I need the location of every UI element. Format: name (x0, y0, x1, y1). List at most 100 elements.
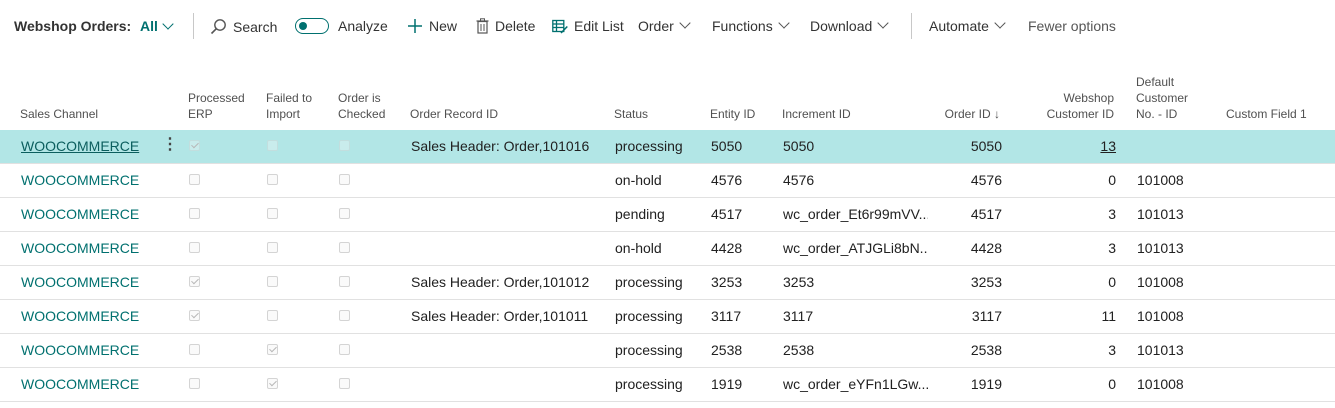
entity-id-cell: 1919 (711, 376, 743, 392)
sales-channel-link[interactable]: WOOCOMMERCE (21, 334, 156, 367)
trash-icon (476, 18, 489, 34)
delete-button[interactable]: Delete (476, 18, 535, 34)
download-menu[interactable]: Download (810, 17, 889, 34)
column-header-entity-id[interactable]: Entity ID (710, 106, 755, 122)
order-is-checked-checkbox (339, 208, 350, 219)
new-label: New (429, 18, 458, 34)
entity-id-cell: 5050 (711, 138, 743, 154)
table-row[interactable]: WOOCOMMERCE Sales Header: Order,101012 pro… (0, 266, 1335, 300)
failed-to-import-checkbox (267, 208, 278, 219)
default-customer-cell: 101013 (1137, 342, 1184, 358)
processed-erp-checkbox (189, 174, 200, 185)
sales-channel-link[interactable]: WOOCOMMERCE (21, 130, 156, 163)
order-id-cell: 5050 (970, 138, 1002, 154)
custom-field-1-cell (1226, 266, 1326, 299)
order-record-id-cell (411, 334, 606, 367)
processed-erp-checkbox (189, 344, 200, 355)
functions-menu[interactable]: Functions (712, 17, 790, 34)
table-row[interactable]: WOOCOMMERCE ⋮ Sales Header: Order,101016 pr… (0, 130, 1335, 164)
order-menu[interactable]: Order (638, 17, 691, 34)
column-header-status[interactable]: Status (614, 106, 648, 122)
column-header-label: Increment ID (782, 107, 851, 121)
status-cell: processing (615, 376, 683, 392)
column-header-webshop-customer-id[interactable]: Webshop Customer ID (1014, 90, 1114, 122)
view-filter-label: All (140, 18, 158, 34)
edit-list-button[interactable]: Edit List (552, 18, 624, 34)
column-header-processed-erp[interactable]: Processed ERP (188, 90, 245, 122)
order-id-cell: 4576 (970, 172, 1002, 188)
download-menu-label: Download (810, 18, 873, 34)
sales-channel-link[interactable]: WOOCOMMERCE (21, 198, 156, 231)
column-header-label: Default (1136, 75, 1175, 89)
new-button[interactable]: New (407, 18, 457, 34)
order-record-id-cell: Sales Header: Order,101016 (411, 138, 590, 154)
status-cell: processing (615, 138, 683, 154)
table-row[interactable]: WOOCOMMERCE on-hold 4576 4576 4576 0 101008 (0, 164, 1335, 198)
column-header-default-customer[interactable]: Default Customer No. - ID (1136, 74, 1188, 122)
sales-channel-link[interactable]: WOOCOMMERCE (21, 266, 156, 299)
webshop-customer-id-cell: 11 (1101, 308, 1116, 324)
sales-channel-link[interactable]: WOOCOMMERCE (21, 300, 156, 333)
search-button[interactable]: Search (210, 18, 277, 35)
webshop-customer-id-cell: 3 (1108, 240, 1116, 256)
order-id-cell: 3117 (971, 308, 1002, 324)
toolbar-divider (193, 13, 194, 39)
column-header-increment-id[interactable]: Increment ID (782, 106, 851, 122)
edit-list-label: Edit List (574, 18, 624, 34)
column-header-label: Entity ID (710, 107, 756, 121)
row-actions-icon[interactable]: ⋮ (162, 130, 178, 163)
automate-menu-label: Automate (929, 18, 989, 34)
order-id-cell: 2538 (970, 342, 1002, 358)
search-label: Search (233, 18, 278, 35)
table-row[interactable]: WOOCOMMERCE processing 1919 wc_order_eYFn1L… (0, 368, 1335, 402)
sales-channel-link[interactable]: WOOCOMMERCE (21, 368, 156, 401)
automate-menu[interactable]: Automate (929, 17, 1006, 34)
plus-icon (408, 19, 422, 33)
sales-channel-link[interactable]: WOOCOMMERCE (21, 232, 156, 265)
grid-header: Sales Channel Processed ERP Failed to Impo… (0, 60, 1335, 128)
webshop-customer-id-cell: 3 (1108, 342, 1116, 358)
order-id-cell: 4428 (970, 240, 1002, 256)
increment-id-cell: wc_order_eYFn1LGw... (783, 376, 928, 392)
column-header-order-record-id[interactable]: Order Record ID (410, 106, 498, 122)
default-customer-cell: 101008 (1137, 172, 1184, 188)
table-row[interactable]: WOOCOMMERCE processing 2538 2538 2538 3 101013 (0, 334, 1335, 368)
chevron-down-icon (162, 18, 174, 30)
fewer-options-label: Fewer options (1028, 18, 1116, 34)
chevron-down-icon (778, 17, 790, 29)
default-customer-cell: 101008 (1137, 308, 1184, 324)
column-header-failed-to-import[interactable]: Failed to Import (266, 90, 312, 122)
entity-id-cell: 3253 (711, 274, 743, 290)
entity-id-cell: 4428 (711, 240, 743, 256)
toggle-switch-icon (295, 18, 329, 34)
analyze-toggle[interactable]: Analyze (295, 18, 388, 34)
table-row[interactable]: WOOCOMMERCE pending 4517 wc_order_Et6r99mVV… (0, 198, 1335, 232)
view-filter-dropdown[interactable]: All (140, 18, 174, 34)
default-customer-cell: 101013 (1137, 206, 1184, 222)
order-record-id-cell: Sales Header: Order,101012 (411, 274, 590, 290)
column-header-custom-field-1[interactable]: Custom Field 1 (1226, 106, 1307, 122)
increment-id-cell: wc_order_ATJGLi8bN... (783, 240, 928, 256)
column-header-order-is-checked[interactable]: Order is Checked (338, 90, 385, 122)
column-header-label: Failed to (266, 91, 313, 105)
chevron-down-icon (877, 17, 889, 29)
fewer-options-button[interactable]: Fewer options (1028, 18, 1116, 34)
column-header-sales-channel[interactable]: Sales Channel (20, 106, 98, 122)
column-header-order-id[interactable]: Order ID ↓ (900, 106, 1000, 122)
sales-channel-link[interactable]: WOOCOMMERCE (21, 164, 156, 197)
custom-field-1-cell (1226, 300, 1326, 333)
default-customer-cell (1137, 130, 1217, 163)
status-cell: processing (615, 308, 683, 324)
processed-erp-checkbox (189, 140, 200, 151)
failed-to-import-checkbox (267, 378, 278, 389)
order-is-checked-checkbox (339, 344, 350, 355)
table-row[interactable]: WOOCOMMERCE on-hold 4428 wc_order_ATJGLi8bN… (0, 232, 1335, 266)
order-is-checked-checkbox (339, 242, 350, 253)
default-customer-cell: 101013 (1137, 240, 1184, 256)
chevron-down-icon (994, 17, 1006, 29)
sort-descending-icon: ↓ (994, 107, 1000, 121)
table-row[interactable]: WOOCOMMERCE Sales Header: Order,101011 pro… (0, 300, 1335, 334)
order-id-cell: 4517 (970, 206, 1002, 222)
webshop-customer-id-cell: 0 (1108, 172, 1116, 188)
custom-field-1-cell (1226, 368, 1326, 401)
